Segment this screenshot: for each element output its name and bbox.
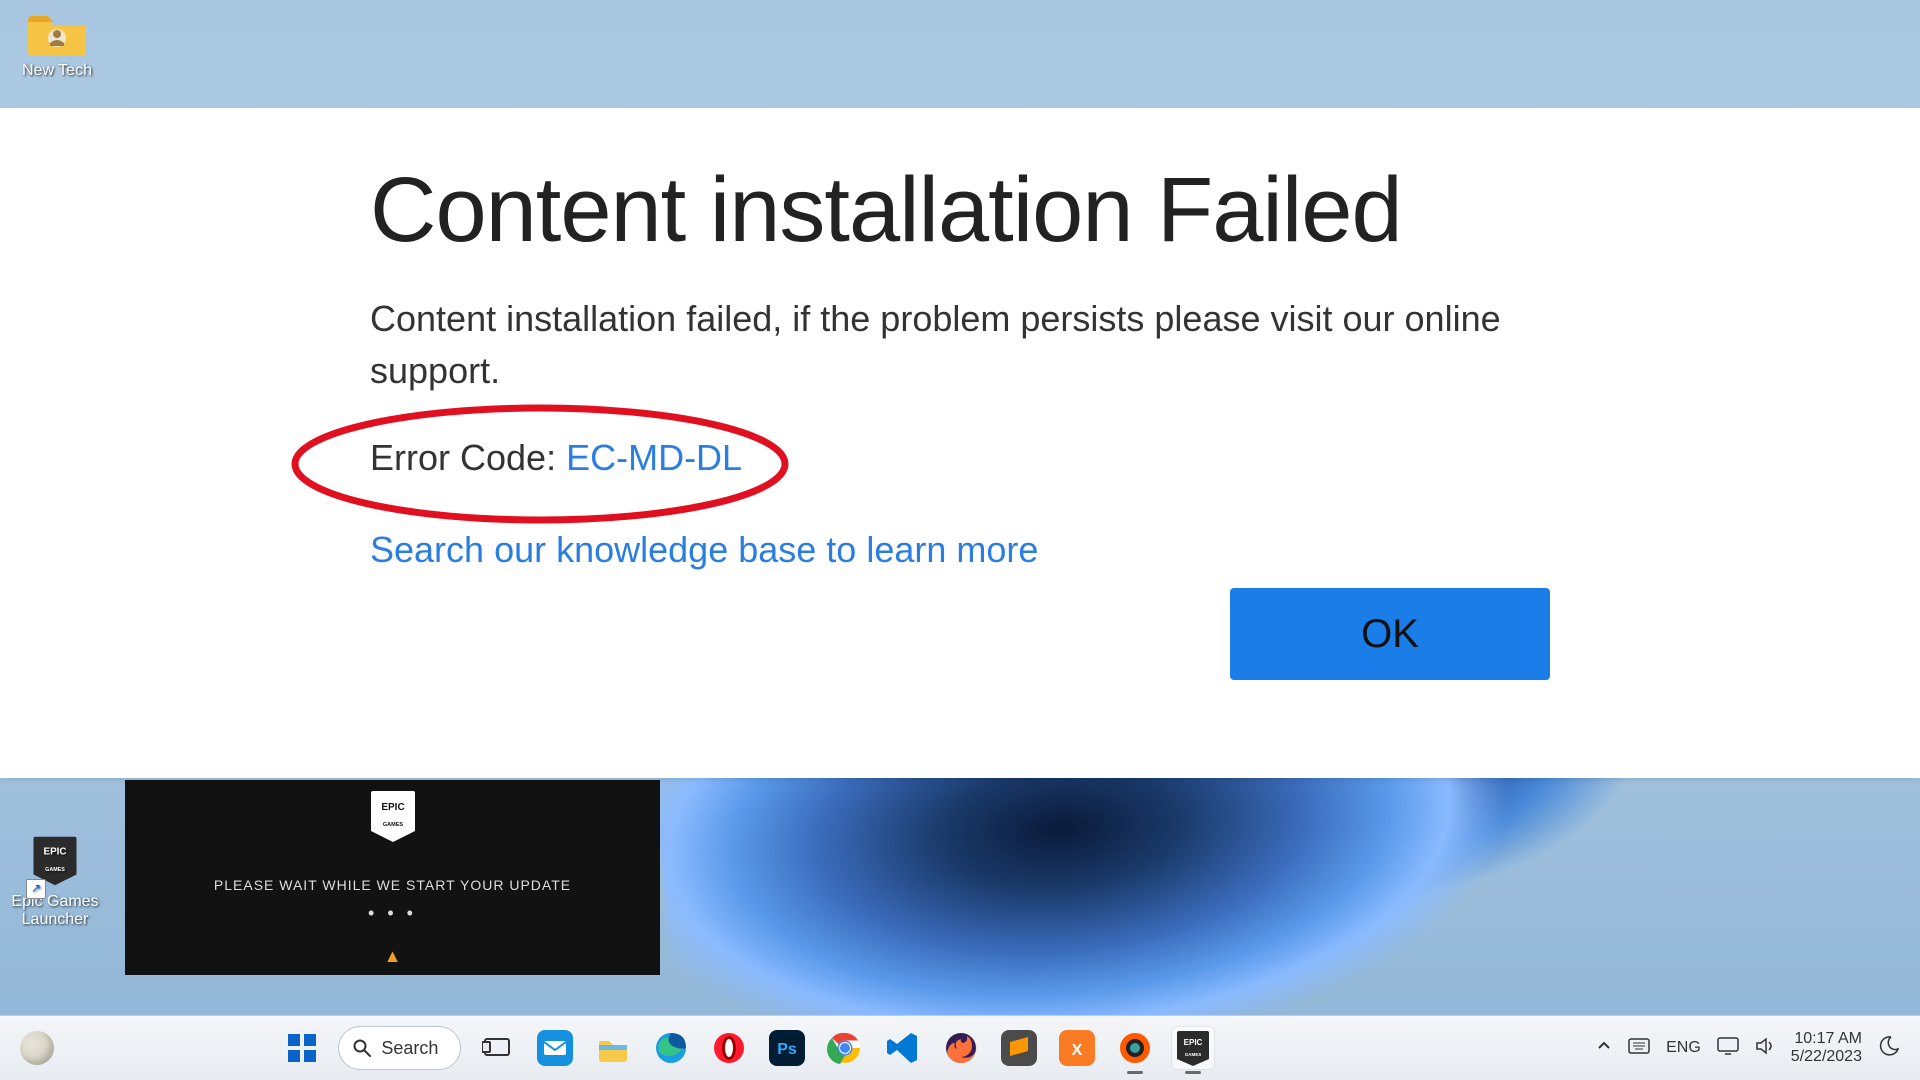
taskbar-photoshop[interactable]: Ps xyxy=(765,1026,809,1070)
svg-text:Ps: Ps xyxy=(778,1041,798,1058)
knowledge-base-link[interactable]: Search our knowledge base to learn more xyxy=(370,529,1550,571)
svg-text:GAMES: GAMES xyxy=(382,822,403,828)
taskbar-opera[interactable] xyxy=(707,1026,751,1070)
error-code-value[interactable]: EC-MD-DL xyxy=(566,437,742,478)
taskbar-search[interactable]: Search xyxy=(338,1026,461,1070)
opera-icon xyxy=(711,1030,747,1066)
epic-updater-window[interactable]: EPIC GAMES PLEASE WAIT WHILE WE START YO… xyxy=(125,780,660,975)
task-view-icon xyxy=(482,1033,512,1063)
search-placeholder: Search xyxy=(381,1038,438,1059)
svg-text:EPIC: EPIC xyxy=(381,802,404,813)
svg-text:EPIC: EPIC xyxy=(1184,1038,1203,1047)
taskbar-firefox[interactable] xyxy=(939,1026,983,1070)
firefox-icon xyxy=(943,1030,979,1066)
svg-text:GAMES: GAMES xyxy=(1185,1052,1202,1057)
epic-games-icon: EPIC GAMES xyxy=(1177,1030,1209,1066)
bandicam-icon xyxy=(1117,1030,1153,1066)
ok-button[interactable]: OK xyxy=(1230,588,1550,680)
folder-icon xyxy=(26,10,88,56)
taskbar-vscode[interactable] xyxy=(881,1026,925,1070)
tray-time-text: 10:17 AM xyxy=(1791,1030,1862,1048)
svg-text:EPIC: EPIC xyxy=(43,847,66,858)
weather-widget-icon[interactable] xyxy=(20,1031,54,1065)
folder-icon xyxy=(595,1030,631,1066)
tray-clock[interactable]: 10:17 AM 5/22/2023 xyxy=(1791,1030,1862,1067)
epic-games-icon: EPIC GAMES xyxy=(370,790,416,844)
vscode-icon xyxy=(885,1030,921,1066)
error-code-label: Error Code: xyxy=(370,437,566,478)
taskbar-xampp[interactable]: X xyxy=(1055,1026,1099,1070)
tray-volume-icon[interactable] xyxy=(1755,1037,1775,1060)
taskbar-chrome[interactable] xyxy=(823,1026,867,1070)
desktop-icon-new-tech[interactable]: New Tech xyxy=(12,10,102,80)
tray-input-keyboard-icon[interactable] xyxy=(1628,1038,1650,1059)
tray-language[interactable]: ENG xyxy=(1666,1039,1701,1057)
photoshop-icon: Ps xyxy=(769,1030,805,1066)
mail-icon xyxy=(537,1030,573,1066)
tray-network-display-icon[interactable] xyxy=(1717,1037,1739,1060)
desktop-icon-label: New Tech xyxy=(12,62,102,80)
svg-text:X: X xyxy=(1072,1042,1083,1059)
edge-icon xyxy=(653,1030,689,1066)
dialog-title: Content installation Failed xyxy=(370,158,1550,263)
dialog-message: Content installation failed, if the prob… xyxy=(370,293,1550,397)
loading-dots-icon: • • • xyxy=(125,903,660,924)
warning-triangle-icon: ▲ xyxy=(125,946,660,967)
taskbar-mail[interactable] xyxy=(533,1026,577,1070)
taskbar-epic-games[interactable]: EPIC GAMES xyxy=(1171,1026,1215,1070)
chrome-icon xyxy=(827,1030,863,1066)
taskbar-sublime[interactable] xyxy=(997,1026,1041,1070)
windows-logo-icon xyxy=(287,1033,317,1063)
taskbar-task-view[interactable] xyxy=(475,1026,519,1070)
taskbar-bandicam[interactable] xyxy=(1113,1026,1157,1070)
search-icon xyxy=(353,1039,371,1057)
xampp-icon: X xyxy=(1059,1030,1095,1066)
updater-status-text: PLEASE WAIT WHILE WE START YOUR UPDATE xyxy=(125,877,660,893)
sublime-icon xyxy=(1001,1030,1037,1066)
desktop-icon-epic-launcher[interactable]: EPIC GAMES ↗ Epic Games Launcher xyxy=(10,835,100,929)
tray-overflow-chevron-icon[interactable] xyxy=(1596,1038,1612,1059)
desktop-icon-label: Epic Games Launcher xyxy=(10,893,100,929)
tray-notifications-icon[interactable] xyxy=(1878,1035,1902,1062)
svg-text:GAMES: GAMES xyxy=(45,867,65,873)
start-button[interactable] xyxy=(280,1026,324,1070)
error-code-row: Error Code: EC-MD-DL xyxy=(370,437,742,479)
taskbar-file-explorer[interactable] xyxy=(591,1026,635,1070)
taskbar: Search xyxy=(0,1015,1920,1080)
shortcut-overlay-icon: ↗ xyxy=(26,879,46,899)
taskbar-edge[interactable] xyxy=(649,1026,693,1070)
tray-date-text: 5/22/2023 xyxy=(1791,1048,1862,1066)
error-dialog: Content installation Failed Content inst… xyxy=(0,108,1920,778)
